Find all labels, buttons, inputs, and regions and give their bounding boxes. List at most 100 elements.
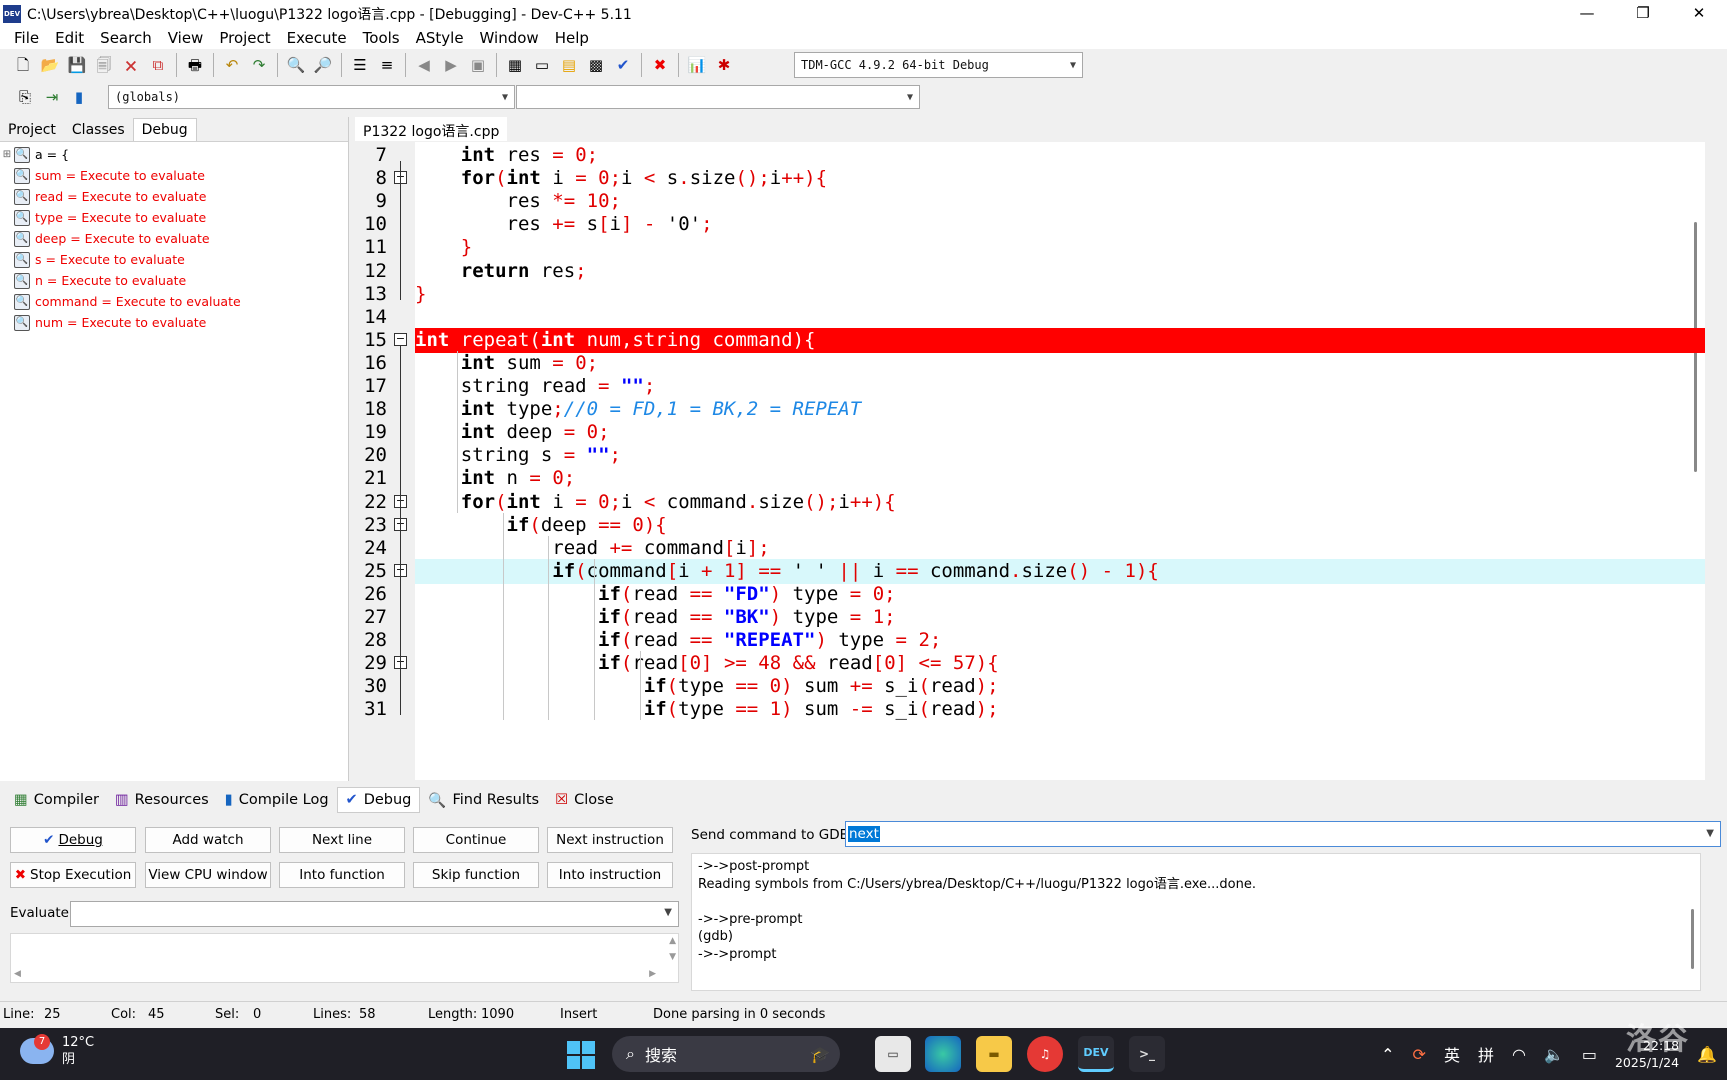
compiler-select[interactable]: TDM-GCC 4.9.2 64-bit Debug ▼: [794, 52, 1083, 78]
redo-icon[interactable]: ↷: [246, 52, 272, 78]
code-line[interactable]: string s = "";: [415, 443, 1705, 468]
editor-file-tab[interactable]: P1322 logo语言.cpp: [355, 117, 508, 141]
line-number[interactable]: 31: [355, 697, 387, 722]
scroll-up-icon[interactable]: ▲: [669, 936, 676, 946]
code-line[interactable]: for(int i = 0;i < command.size();i++){: [415, 490, 1705, 515]
code-line[interactable]: int sum = 0;: [415, 351, 1705, 376]
menu-view[interactable]: View: [160, 29, 212, 47]
next-instruction-button[interactable]: Next instruction: [547, 827, 673, 853]
tab-compiler[interactable]: ▦ Compiler: [6, 788, 107, 812]
watch-item[interactable]: 🔍 s = Execute to evaluate: [0, 249, 348, 270]
minimize-button[interactable]: —: [1559, 0, 1615, 27]
code-line[interactable]: if(deep == 0){: [415, 513, 1705, 538]
line-number[interactable]: 26: [355, 582, 387, 607]
find-icon[interactable]: 🔍: [283, 52, 309, 78]
save-all-icon[interactable]: 🗐: [91, 52, 117, 78]
line-number[interactable]: 20: [355, 443, 387, 468]
scroll-down-icon[interactable]: ▼: [669, 952, 676, 962]
menu-project[interactable]: Project: [211, 29, 278, 47]
scope-select[interactable]: (globals) ▼: [108, 85, 515, 109]
task-view-icon[interactable]: ▭: [875, 1036, 911, 1072]
next-line-button[interactable]: Next line: [279, 827, 405, 853]
menu-execute[interactable]: Execute: [279, 29, 355, 47]
battery-icon[interactable]: ▭: [1582, 1045, 1597, 1064]
taskbar-search[interactable]: ⌕ 搜索 🎓: [612, 1036, 840, 1072]
menu-search[interactable]: Search: [92, 29, 160, 47]
code-line[interactable]: if(type == 1) sum -= s_i(read);: [415, 697, 1705, 722]
scroll-left-icon[interactable]: ◀: [14, 969, 21, 979]
view-cpu-window-button[interactable]: View CPU window: [145, 862, 271, 888]
skip-function-button[interactable]: Skip function: [413, 862, 539, 888]
line-number[interactable]: 13: [355, 282, 387, 307]
code-line[interactable]: int res = 0;: [415, 143, 1705, 168]
into-function-button[interactable]: Into function: [279, 862, 405, 888]
chevron-up-icon[interactable]: ⌃: [1381, 1045, 1394, 1064]
line-number[interactable]: 16: [355, 351, 387, 376]
tab-find-results[interactable]: 🔍 Find Results: [420, 788, 547, 813]
print-icon[interactable]: 🖶: [182, 52, 208, 78]
line-number[interactable]: 17: [355, 374, 387, 399]
close-all-icon[interactable]: ⧉: [145, 52, 171, 78]
gdb-command-input[interactable]: next ▼: [845, 821, 1721, 847]
line-number[interactable]: 28: [355, 628, 387, 653]
tab-debug-output[interactable]: ✔ Debug: [336, 787, 421, 813]
file-explorer-icon[interactable]: ▬: [976, 1036, 1012, 1072]
add-watch-button[interactable]: Add watch: [145, 827, 271, 853]
watch-item[interactable]: 🔍 command = Execute to evaluate: [0, 291, 348, 312]
run-icon[interactable]: ▭: [529, 52, 555, 78]
line-number[interactable]: 27: [355, 605, 387, 630]
watch-item[interactable]: 🔍 n = Execute to evaluate: [0, 270, 348, 291]
new-file-icon[interactable]: 🗋: [10, 52, 36, 78]
edge-browser-icon[interactable]: [925, 1036, 961, 1072]
close-window-button[interactable]: ✕: [1671, 0, 1727, 27]
save-icon[interactable]: 💾: [64, 52, 90, 78]
line-number[interactable]: 22: [355, 490, 387, 515]
into-instruction-button[interactable]: Into instruction: [547, 862, 673, 888]
devcpp-taskbar-icon[interactable]: DEV: [1078, 1036, 1114, 1072]
stop-execution-button[interactable]: ✖ Stop Execution: [10, 862, 136, 888]
line-number[interactable]: 19: [355, 420, 387, 445]
debug-button[interactable]: ✔ Debug: [10, 827, 136, 853]
code-line[interactable]: res += s[i] - '0';: [415, 212, 1705, 237]
terminal-icon[interactable]: >_: [1129, 1036, 1165, 1072]
bookmark-icon[interactable]: ▣: [465, 52, 491, 78]
line-number[interactable]: 21: [355, 466, 387, 491]
watch-item[interactable]: 🔍 read = Execute to evaluate: [0, 186, 348, 207]
code-line[interactable]: }: [415, 235, 1705, 260]
code-line[interactable]: }: [415, 282, 1705, 307]
scroll-right-icon[interactable]: ▶: [649, 969, 656, 979]
delete-profile-icon[interactable]: ✱: [711, 52, 737, 78]
compile-icon[interactable]: ▦: [502, 52, 528, 78]
start-button[interactable]: [567, 1041, 595, 1069]
toggle-bookmark-icon[interactable]: ▮: [66, 84, 92, 110]
open-file-icon[interactable]: 📂: [37, 52, 63, 78]
code-editor[interactable]: 7 int res = 0; 8 − for(int i = 0;i < s.siz…: [355, 142, 1705, 780]
line-number[interactable]: 9: [355, 189, 387, 214]
volume-icon[interactable]: 🔈: [1544, 1045, 1564, 1064]
code-line[interactable]: if(read[0] >= 48 && read[0] <= 57){: [415, 651, 1705, 676]
close-file-icon[interactable]: 🗙: [118, 52, 144, 78]
line-number[interactable]: 7: [355, 143, 387, 168]
tab-project[interactable]: Project: [0, 119, 64, 141]
code-line[interactable]: read += command[i];: [415, 536, 1705, 561]
code-line[interactable]: return res;: [415, 259, 1705, 284]
undo-icon[interactable]: ↶: [219, 52, 245, 78]
rebuild-all-icon[interactable]: ▩: [583, 52, 609, 78]
tab-resources[interactable]: ▥ Resources: [107, 788, 217, 812]
sync-icon[interactable]: ⟳: [1413, 1045, 1426, 1064]
tab-debug[interactable]: Debug: [132, 118, 197, 141]
new-class-icon[interactable]: ⇥: [39, 84, 65, 110]
line-number[interactable]: 30: [355, 674, 387, 699]
unindent-icon[interactable]: ≡: [374, 52, 400, 78]
code-line[interactable]: for(int i = 0;i < s.size();i++){: [415, 166, 1705, 191]
code-line[interactable]: if(read == "REPEAT") type = 2;: [415, 628, 1705, 653]
line-number[interactable]: 14: [355, 305, 387, 330]
watch-item[interactable]: 🔍 sum = Execute to evaluate: [0, 165, 348, 186]
syntax-check-icon[interactable]: ✔: [610, 52, 636, 78]
line-number[interactable]: 12: [355, 259, 387, 284]
menu-help[interactable]: Help: [547, 29, 597, 47]
fold-collapse-icon[interactable]: −: [394, 332, 407, 346]
line-number[interactable]: 11: [355, 235, 387, 260]
menu-file[interactable]: File: [6, 29, 47, 47]
notification-bell-icon[interactable]: 🔔: [1697, 1045, 1717, 1064]
